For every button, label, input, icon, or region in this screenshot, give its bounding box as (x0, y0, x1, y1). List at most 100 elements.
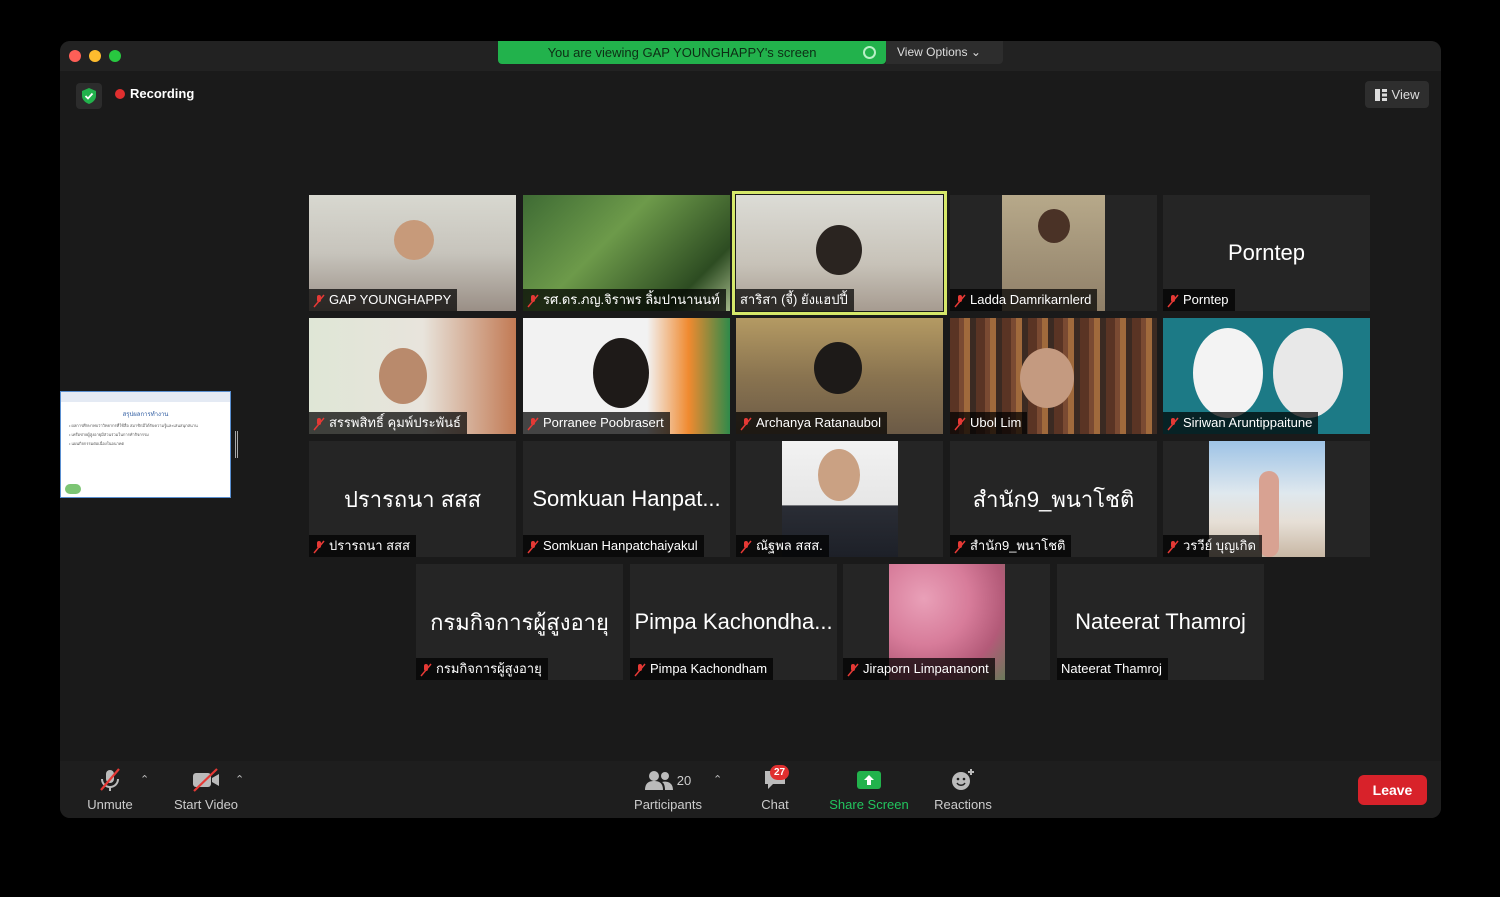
mic-muted-icon (1167, 539, 1179, 554)
participant-name: Porntep (1183, 292, 1229, 307)
mic-muted-icon (1167, 416, 1179, 431)
share-screen-label: Share Screen (829, 797, 909, 812)
mic-muted-icon (527, 539, 539, 554)
video-tile[interactable]: Nateerat Thamroj Nateerat Thamroj (1057, 564, 1264, 680)
mic-muted-icon (313, 416, 325, 431)
participant-label: Nateerat Thamroj (1057, 658, 1168, 680)
chat-unread-badge: 27 (770, 765, 790, 780)
video-tile[interactable]: ณัฐพล สสส. (736, 441, 943, 557)
close-window-button[interactable] (69, 50, 81, 62)
shared-doc-line: • แผนกิจกรรมต่อเนื่องในอนาคต (69, 441, 125, 446)
video-tile[interactable]: รศ.ดร.ภญ.จิราพร ลิ้มปานานนท์ (523, 195, 730, 311)
video-tile[interactable]: สรรพสิทธิ์ คุมพ์ประพันธ์ (309, 318, 516, 434)
participant-name: Archanya Ratanaubol (756, 415, 882, 430)
participant-label: ปรารถนา สสส (309, 535, 416, 557)
video-tile[interactable]: Siriwan Aruntippaitune (1163, 318, 1370, 434)
participant-name: ณัฐพล สสส. (756, 538, 823, 553)
zoom-window-button[interactable] (109, 50, 121, 62)
video-tile-active-speaker[interactable]: สาริสา (จี้) ยังแฮปปี้ (732, 191, 947, 315)
participant-name: รศ.ดร.ภญ.จิราพร ลิ้มปานานนท์ (543, 292, 720, 307)
video-tile[interactable]: Somkuan Hanpat... Somkuan Hanpatchaiyaku… (523, 441, 730, 557)
participant-label: วรวีย์ บุญเกิด (1163, 535, 1262, 557)
cartoon-grandma-figure (1273, 328, 1343, 418)
participant-face (814, 342, 862, 394)
mic-muted-icon (634, 662, 646, 677)
shared-doc-title: สรุปผลการทำงาน (122, 412, 169, 418)
unmute-button[interactable]: Unmute (80, 767, 140, 812)
mic-muted-icon (954, 293, 966, 308)
video-options-caret-icon[interactable]: ⌃ (235, 773, 244, 786)
video-tile[interactable]: สำนัก9_พนาโชติ สำนัก9_พนาโชติ (950, 441, 1157, 557)
participant-name: กรมกิจการผู้สูงอายุ (436, 661, 542, 676)
leave-button[interactable]: Leave (1358, 775, 1427, 805)
shared-screen-thumbnail[interactable]: สรุปผลการทำงาน • ผลการศึกษาพบว่าวิทยากรท… (60, 391, 231, 498)
mic-muted-icon (420, 662, 432, 677)
microphone-muted-icon (80, 767, 140, 793)
participant-label: สรรพสิทธิ์ คุมพ์ประพันธ์ (309, 412, 467, 434)
participant-label: Jiraporn Limpananont (843, 658, 995, 680)
participants-label: Participants (634, 797, 702, 812)
participant-name: Siriwan Aruntippaitune (1183, 415, 1313, 430)
recording-dot-icon (115, 88, 125, 99)
view-options-button[interactable]: View Options ⌄ (886, 41, 1003, 64)
video-tile[interactable]: Pimpa Kachondha... Pimpa Kachondham (630, 564, 837, 680)
participant-label: สาริสา (จี้) ยังแฮปปี้ (736, 289, 854, 311)
view-options-label: View Options (897, 45, 968, 59)
minimize-window-button[interactable] (89, 50, 101, 62)
participant-label: Ladda Damrikarnlerd (950, 289, 1098, 311)
participant-name: วรวีย์ บุญเกิด (1183, 538, 1256, 553)
participant-face (593, 338, 649, 408)
reactions-button[interactable]: Reactions (928, 767, 998, 812)
share-screen-button[interactable]: Share Screen (824, 767, 914, 812)
participant-label: Pimpa Kachondham (630, 658, 774, 680)
mic-muted-icon (313, 293, 325, 308)
view-button[interactable]: View (1365, 81, 1429, 108)
participants-options-caret-icon[interactable]: ⌃ (713, 773, 722, 786)
mic-muted-icon (527, 416, 539, 431)
video-tile[interactable]: Porntep Porntep (1163, 195, 1370, 311)
security-shield-icon[interactable] (76, 83, 102, 109)
video-tile[interactable]: กรมกิจการผู้สูงอายุ กรมกิจการผู้สูงอายุ (416, 564, 623, 680)
participant-name: Pimpa Kachondham (650, 661, 768, 676)
mic-muted-icon (740, 416, 752, 431)
recording-indicator[interactable]: Recording (115, 86, 194, 101)
mic-muted-icon (1167, 293, 1179, 308)
title-bar: You are viewing GAP YOUNGHAPPY's screen … (60, 41, 1441, 71)
participant-name: GAP YOUNGHAPPY (329, 292, 452, 307)
view-layout-icon (1374, 88, 1387, 101)
video-tile[interactable]: Archanya Ratanaubol (736, 318, 943, 434)
resize-handle[interactable] (235, 431, 238, 458)
audio-options-caret-icon[interactable]: ⌃ (140, 773, 149, 786)
start-video-button[interactable]: Start Video (166, 767, 246, 812)
participant-face (394, 220, 434, 260)
video-tile[interactable]: Porranee Poobrasert (523, 318, 730, 434)
video-tile[interactable]: Ladda Damrikarnlerd (950, 195, 1157, 311)
video-tile[interactable]: Jiraporn Limpananont (843, 564, 1050, 680)
video-tile[interactable]: วรวีย์ บุญเกิด (1163, 441, 1370, 557)
chat-button[interactable]: 27 Chat (750, 765, 800, 812)
participants-count: 20 (676, 772, 692, 788)
participant-face (1038, 209, 1070, 243)
view-label: View (1391, 87, 1420, 102)
participant-label: สำนัก9_พนาโชติ (950, 535, 1072, 557)
reactions-label: Reactions (934, 797, 992, 812)
chat-label: Chat (761, 797, 789, 812)
chevron-down-icon: ⌄ (970, 45, 981, 59)
video-tile[interactable]: GAP YOUNGHAPPY (309, 195, 516, 311)
participants-button[interactable]: 20 Participants (628, 767, 708, 812)
participant-label: Ubol Lim (950, 412, 1028, 434)
mic-muted-icon (313, 539, 325, 554)
participant-face (818, 449, 860, 501)
video-tile[interactable]: Ubol Lim (950, 318, 1157, 434)
participants-icon (644, 771, 673, 790)
start-video-label: Start Video (173, 797, 239, 812)
participant-figure (1259, 471, 1279, 557)
meeting-toolbar: Unmute ⌃ Start Video ⌃ 20 Participants ⌃… (60, 761, 1441, 818)
camera-off-icon (166, 767, 246, 793)
recording-label: Recording (130, 86, 195, 101)
participant-label: Archanya Ratanaubol (736, 412, 888, 434)
participant-name: สรรพสิทธิ์ คุมพ์ประพันธ์ (329, 415, 461, 430)
video-tile[interactable]: ปรารถนา สสส ปรารถนา สสส (309, 441, 516, 557)
participants-icon-group: 20 (628, 767, 708, 793)
meeting-area: Recording View สรุปผลการทำงาน • ผลการศึก… (60, 71, 1441, 761)
